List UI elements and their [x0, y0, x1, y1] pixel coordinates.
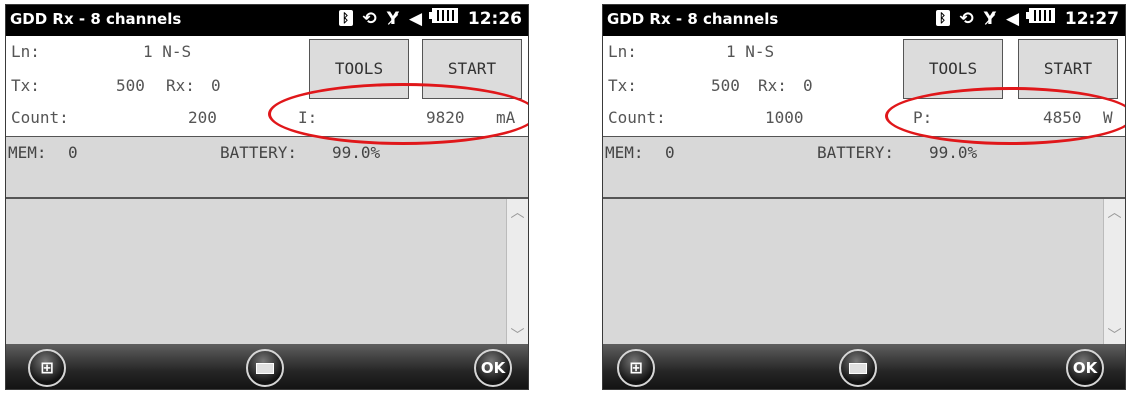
rx-label: Rx: [166, 76, 195, 95]
ok-button[interactable]: OK [1066, 349, 1104, 387]
tools-button[interactable]: TOOLS [903, 39, 1003, 99]
reading-unit: W [1103, 108, 1113, 127]
scroll-down-icon[interactable]: ﹀ [507, 326, 528, 346]
system-tray: ᛒ ⟲ Y̷ ◀ 12:27 [932, 8, 1119, 29]
app-title: GDD Rx - 8 channels [607, 10, 779, 28]
windows-start-icon[interactable]: ⊞ [617, 349, 655, 387]
mem-value: 0 [68, 143, 78, 162]
tx-label: Tx: [11, 76, 40, 95]
ok-button[interactable]: OK [474, 349, 512, 387]
soft-key-bar: ⊞ OK [603, 344, 1125, 389]
battery-icon[interactable] [1025, 8, 1055, 23]
log-area[interactable] [6, 198, 528, 348]
reading-value: 4850 [1043, 108, 1082, 127]
mem-label: MEM: [605, 143, 644, 162]
scroll-down-icon[interactable]: ﹀ [1104, 326, 1125, 346]
log-area[interactable] [603, 198, 1125, 348]
status-panel: MEM: 0 BATTERY: 99.0% [603, 136, 1125, 198]
bluetooth-icon[interactable]: ᛒ [935, 10, 950, 26]
reading-unit: mA [496, 108, 516, 127]
volume-icon[interactable]: ◀ [409, 9, 422, 29]
count-value: 200 [188, 108, 217, 127]
mem-value: 0 [665, 143, 675, 162]
sync-icon[interactable]: ⟲ [960, 9, 974, 29]
line-value: 1 N-S [726, 42, 775, 61]
reading-label: P: [913, 108, 933, 127]
line-label: Ln: [11, 42, 40, 61]
sync-icon[interactable]: ⟲ [363, 9, 377, 29]
rx-value: 0 [211, 76, 221, 95]
scrollbar[interactable]: ︿ ﹀ [506, 199, 528, 348]
count-label: Count: [608, 108, 666, 127]
tx-value: 500 [711, 76, 740, 95]
battery-label: BATTERY: [817, 143, 895, 162]
soft-key-bar: ⊞ OK [6, 344, 528, 389]
tx-label: Tx: [608, 76, 637, 95]
scrollbar[interactable]: ︿ ﹀ [1103, 199, 1125, 348]
reading-value: 9820 [426, 108, 465, 127]
scroll-up-icon[interactable]: ︿ [507, 203, 528, 223]
readings-area: Ln: 1 N-S Tx: 500 Rx: 0 Count: 1000 TOOL… [603, 36, 1125, 136]
clock[interactable]: 12:26 [468, 9, 522, 29]
rx-value: 0 [803, 76, 813, 95]
battery-value: 99.0% [332, 143, 381, 162]
battery-value: 99.0% [929, 143, 978, 162]
count-label: Count: [11, 108, 69, 127]
readings-area: Ln: 1 N-S Tx: 500 Rx: 0 Count: 200 TOOLS… [6, 36, 528, 136]
volume-icon[interactable]: ◀ [1006, 9, 1019, 29]
line-value: 1 N-S [143, 42, 192, 61]
scroll-up-icon[interactable]: ︿ [1104, 203, 1125, 223]
battery-icon[interactable] [428, 8, 458, 23]
no-signal-icon[interactable]: Y̷ [984, 9, 996, 29]
keyboard-icon[interactable] [246, 349, 284, 387]
start-button[interactable]: START [422, 39, 522, 99]
count-value: 1000 [765, 108, 804, 127]
app-title: GDD Rx - 8 channels [10, 10, 182, 28]
system-tray: ᛒ ⟲ Y̷ ◀ 12:26 [335, 8, 522, 29]
tools-button[interactable]: TOOLS [309, 39, 409, 99]
tx-value: 500 [116, 76, 145, 95]
clock[interactable]: 12:27 [1065, 9, 1119, 29]
start-button[interactable]: START [1018, 39, 1118, 99]
reading-label: I: [298, 108, 318, 127]
line-label: Ln: [608, 42, 637, 61]
keyboard-icon[interactable] [839, 349, 877, 387]
battery-label: BATTERY: [220, 143, 298, 162]
status-panel: MEM: 0 BATTERY: 99.0% [6, 136, 528, 198]
title-bar: GDD Rx - 8 channels ᛒ ⟲ Y̷ ◀ 12:27 [603, 5, 1125, 36]
no-signal-icon[interactable]: Y̷ [387, 9, 399, 29]
device-screen-left: GDD Rx - 8 channels ᛒ ⟲ Y̷ ◀ 12:26 Ln: 1… [5, 4, 529, 390]
bluetooth-icon[interactable]: ᛒ [338, 10, 353, 26]
mem-label: MEM: [8, 143, 47, 162]
title-bar: GDD Rx - 8 channels ᛒ ⟲ Y̷ ◀ 12:26 [6, 5, 528, 36]
device-screen-right: GDD Rx - 8 channels ᛒ ⟲ Y̷ ◀ 12:27 Ln: 1… [602, 4, 1126, 390]
rx-label: Rx: [758, 76, 787, 95]
windows-start-icon[interactable]: ⊞ [28, 349, 66, 387]
